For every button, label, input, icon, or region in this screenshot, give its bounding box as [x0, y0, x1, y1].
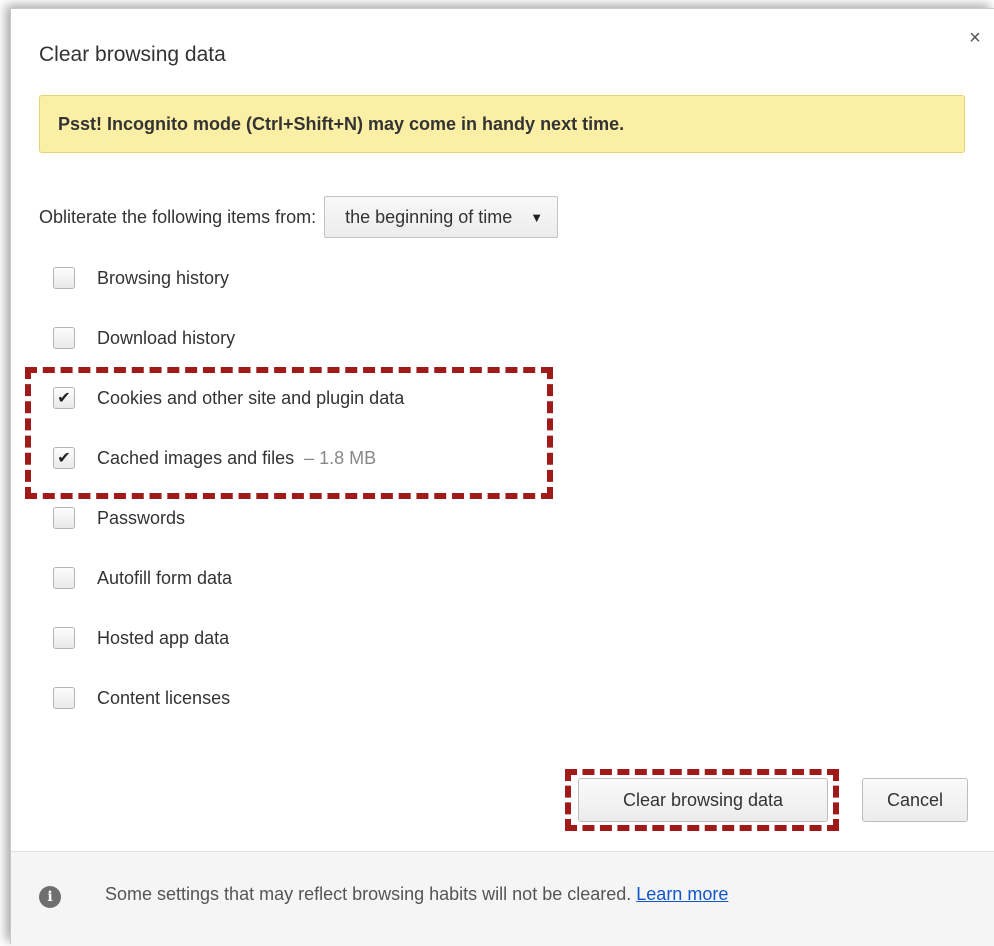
- checkbox-hosted-app-data[interactable]: [53, 627, 75, 649]
- item-cached-images[interactable]: ✔ Cached images and files – 1.8 MB: [53, 443, 376, 473]
- time-range-value: the beginning of time: [345, 206, 513, 227]
- checkbox-download-history[interactable]: [53, 327, 75, 349]
- time-range-select[interactable]: the beginning of time ▼: [324, 196, 559, 238]
- checkbox-autofill[interactable]: [53, 567, 75, 589]
- dialog-title: Clear browsing data: [39, 43, 226, 66]
- item-label: Autofill form data: [97, 567, 233, 588]
- item-autofill[interactable]: Autofill form data: [53, 563, 232, 593]
- checkmark-icon: ✔: [57, 450, 71, 467]
- dialog-footer: i Some settings that may reflect browsin…: [11, 851, 994, 946]
- item-label: Content licenses: [97, 687, 231, 708]
- item-label: Browsing history: [97, 267, 230, 288]
- clear-browsing-data-button[interactable]: Clear browsing data: [578, 778, 828, 822]
- close-icon[interactable]: ×: [966, 28, 984, 48]
- item-browsing-history[interactable]: Browsing history: [53, 263, 229, 293]
- footer-note: Some settings that may reflect browsing …: [105, 884, 728, 905]
- banner-text: Psst! Incognito mode (Ctrl+Shift+N) may …: [58, 113, 625, 134]
- chevron-down-icon: ▼: [530, 209, 544, 225]
- checkbox-browsing-history[interactable]: [53, 267, 75, 289]
- cache-size: – 1.8 MB: [304, 447, 377, 468]
- clear-browsing-data-dialog: Clear browsing data × Psst! Incognito mo…: [10, 8, 994, 946]
- item-label: Download history: [97, 327, 236, 348]
- item-download-history[interactable]: Download history: [53, 323, 235, 353]
- item-cookies[interactable]: ✔ Cookies and other site and plugin data: [53, 383, 404, 413]
- checkbox-cached-images[interactable]: ✔: [53, 447, 75, 469]
- item-hosted-app-data[interactable]: Hosted app data: [53, 623, 229, 653]
- item-passwords[interactable]: Passwords: [53, 503, 185, 533]
- item-label: Hosted app data: [97, 627, 230, 648]
- item-label: Cached images and files: [97, 447, 295, 468]
- info-icon: i: [39, 886, 61, 908]
- checkbox-passwords[interactable]: [53, 507, 75, 529]
- item-label: Cookies and other site and plugin data: [97, 387, 405, 408]
- checkbox-cookies[interactable]: ✔: [53, 387, 75, 409]
- incognito-tip-banner: Psst! Incognito mode (Ctrl+Shift+N) may …: [39, 95, 965, 153]
- item-content-licenses[interactable]: Content licenses: [53, 683, 230, 713]
- checkmark-icon: ✔: [57, 390, 71, 407]
- time-range-row: Obliterate the following items from: the…: [39, 195, 559, 239]
- cancel-button[interactable]: Cancel: [862, 778, 968, 822]
- checkbox-content-licenses[interactable]: [53, 687, 75, 709]
- footer-text: Some settings that may reflect browsing …: [105, 884, 632, 904]
- time-range-label: Obliterate the following items from:: [39, 206, 317, 227]
- item-label: Passwords: [97, 507, 186, 528]
- learn-more-link[interactable]: Learn more: [636, 884, 728, 904]
